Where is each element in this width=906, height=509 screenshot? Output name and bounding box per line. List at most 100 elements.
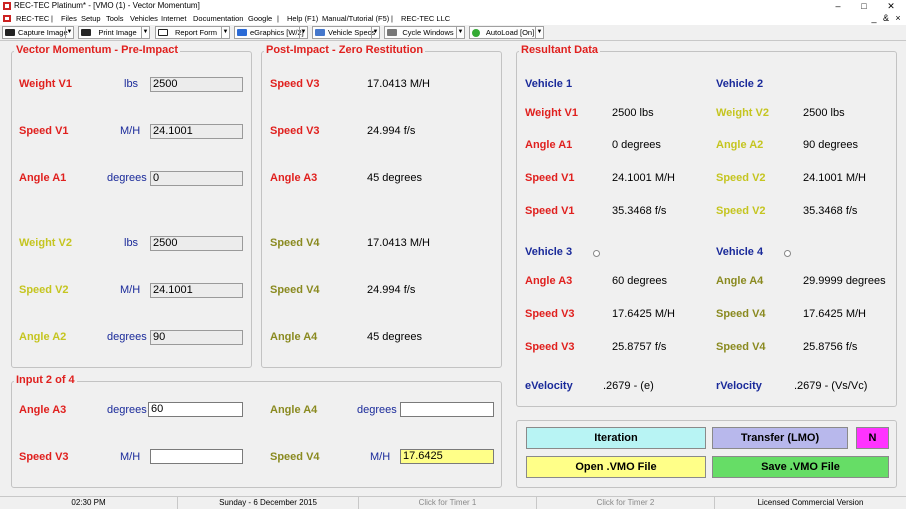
chevron-down-icon[interactable]: ▼ [221,27,229,38]
weight-v2-input[interactable]: 2500 [150,236,243,251]
windows-icon [387,29,397,36]
egraphics-button[interactable]: eGraphics [W/2] ▼ [234,26,308,39]
speed-v2-input[interactable]: 24.1001 [150,283,243,298]
input-speed-v3-label: Speed V3 [19,451,69,463]
title-bar: REC-TEC Platinum* - [VMO (1) - Vector Mo… [0,0,906,12]
res-speed-v4-fps-value: 25.8756 f/s [803,341,858,353]
child-restore-button[interactable]: & [880,12,892,24]
child-minimize-button[interactable]: _ [868,12,880,24]
vehicle-3-heading: Vehicle 3 [525,246,573,258]
n-button[interactable]: N [856,427,889,449]
app-menu-icon[interactable] [3,15,11,22]
input-angle-a3-field[interactable]: 60 [148,402,243,417]
vehicle-specs-button[interactable]: Vehicle Specs ▼ [312,26,380,39]
chevron-down-icon[interactable]: ▼ [535,27,543,38]
weight-v1-unit: lbs [124,78,139,90]
cycle-windows-button[interactable]: Cycle Windows ▼ [384,26,465,39]
autoload-icon [472,29,480,37]
resultant-data-title: Resultant Data [519,44,601,56]
menu-google[interactable]: Google [248,12,272,25]
chevron-down-icon[interactable]: ▼ [299,27,307,38]
post-speed-v4-mph-label: Speed V4 [270,237,320,249]
child-close-button[interactable]: × [892,12,904,24]
res-speed-v3-mph-value: 17.6425 M/H [612,308,675,320]
res-speed-v2-mph-value: 24.1001 M/H [803,172,866,184]
close-button[interactable]: ✕ [880,0,902,12]
res-speed-v4-mph-label: Speed V4 [716,308,766,320]
chevron-down-icon[interactable]: ▼ [141,27,149,38]
menu-vehicles[interactable]: Vehicles [130,12,158,25]
input-angle-a4-label: Angle A4 [270,404,318,416]
res-speed-v1-fps-value: 35.3468 f/s [612,205,667,217]
printer-icon [81,29,91,36]
report-form-button[interactable]: Report Form ▼ [155,26,230,39]
res-speed-v4-mph-value: 17.6425 M/H [803,308,866,320]
menu-setup[interactable]: Setup [81,12,101,25]
res-speed-v1-mph-label: Speed V1 [525,172,575,184]
vehicle-4-radio[interactable] [784,250,791,257]
print-image-button[interactable]: Print Image ▼ [78,26,150,39]
chevron-down-icon[interactable]: ▼ [371,27,379,38]
speed-v1-input[interactable]: 24.1001 [150,124,243,139]
res-speed-v1-mph-value: 24.1001 M/H [612,172,675,184]
menu-manual-tutorial[interactable]: Manual/Tutorial (F5) [322,12,389,25]
input-angle-a3-label: Angle A3 [19,404,67,416]
input-speed-v4-field[interactable]: 17.6425 [400,449,494,464]
menu-tools[interactable]: Tools [106,12,124,25]
post-speed-v4-fps-label: Speed V4 [270,284,320,296]
post-speed-v3-mph-value: 17.0413 M/H [367,78,430,90]
pre-impact-group [11,51,252,368]
input-speed-v3-field[interactable] [150,449,243,464]
angle-a2-unit: degrees [107,331,147,343]
weight-v1-label: Weight V1 [19,78,72,90]
camera-icon [5,29,15,36]
res-angle-a3-label: Angle A3 [525,275,573,287]
menu-help[interactable]: Help (F1) [287,12,318,25]
autoload-button[interactable]: AutoLoad [On] ▼ [469,26,544,39]
res-weight-v2-value: 2500 lbs [803,107,845,119]
menu-rec-tec[interactable]: REC-TEC [16,12,49,25]
transfer-lmo-button[interactable]: Transfer (LMO) [712,427,848,449]
status-date: Sunday - 6 December 2015 [178,497,359,509]
angle-a1-label: Angle A1 [19,172,67,184]
timer-1-button[interactable]: Click for Timer 1 [359,497,537,509]
menu-separator: | [391,14,393,23]
post-angle-a3-label: Angle A3 [270,172,318,184]
res-speed-v1-fps-label: Speed V1 [525,205,575,217]
open-vmo-file-button[interactable]: Open .VMO File [526,456,706,478]
capture-image-button[interactable]: Capture Image ▼ [2,26,74,39]
minimize-button[interactable]: – [827,0,849,12]
menu-separator: | [277,14,279,23]
license-status: Licensed Commercial Version [757,498,864,507]
maximize-button[interactable]: □ [853,0,875,12]
vehicle-4-heading: Vehicle 4 [716,246,764,258]
weight-v2-label: Weight V2 [19,237,72,249]
menu-files[interactable]: Files [61,12,77,25]
input-group [11,381,502,488]
menu-company[interactable]: REC-TEC LLC [401,12,450,25]
res-speed-v3-fps-value: 25.8757 f/s [612,341,667,353]
timer-2-button[interactable]: Click for Timer 2 [537,497,715,509]
input-angle-a4-field[interactable] [400,402,494,417]
menu-documentation[interactable]: Documentation [193,12,243,25]
vehicle-3-radio[interactable] [593,250,600,257]
res-angle-a1-value: 0 degrees [612,139,661,151]
post-angle-a4-value: 45 degrees [367,331,423,343]
iteration-button[interactable]: Iteration [526,427,706,449]
save-vmo-file-button[interactable]: Save .VMO File [712,456,889,478]
menu-internet[interactable]: Internet [161,12,186,25]
chevron-down-icon[interactable]: ▼ [456,27,464,38]
menu-bar: REC-TEC | Files Setup Tools Vehicles Int… [0,12,906,25]
post-speed-v3-mph-label: Speed V3 [270,78,320,90]
input-speed-v4-label: Speed V4 [270,451,320,463]
angle-a2-input[interactable]: 90 [150,330,243,345]
weight-v1-input[interactable]: 2500 [150,77,243,92]
status-time: 02:30 PM [0,497,178,509]
app-logo-icon [3,2,11,10]
chevron-down-icon[interactable]: ▼ [65,27,73,38]
evelocity-value: .2679 - (e) [603,380,654,392]
angle-a1-unit: degrees [107,172,147,184]
angle-a1-input[interactable]: 0 [150,171,243,186]
res-angle-a3-value: 60 degrees [612,275,668,287]
angle-a2-label: Angle A2 [19,331,67,343]
